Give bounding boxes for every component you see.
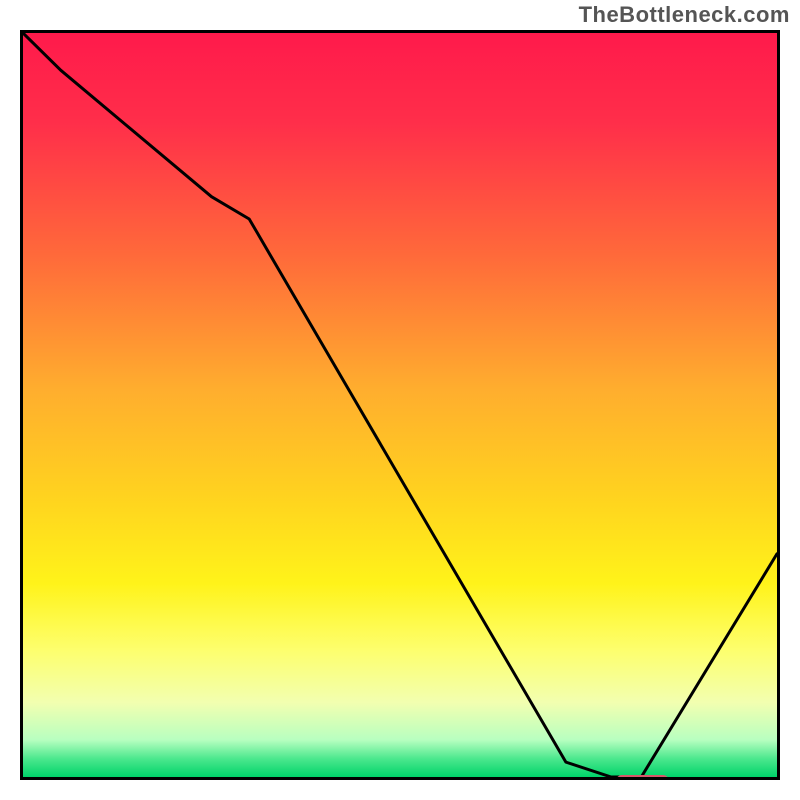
bottleneck-curve xyxy=(23,33,777,777)
watermark-text: TheBottleneck.com xyxy=(579,2,790,28)
optimal-marker xyxy=(616,775,669,780)
chart-container: TheBottleneck.com xyxy=(0,0,800,800)
plot-area xyxy=(20,30,780,780)
